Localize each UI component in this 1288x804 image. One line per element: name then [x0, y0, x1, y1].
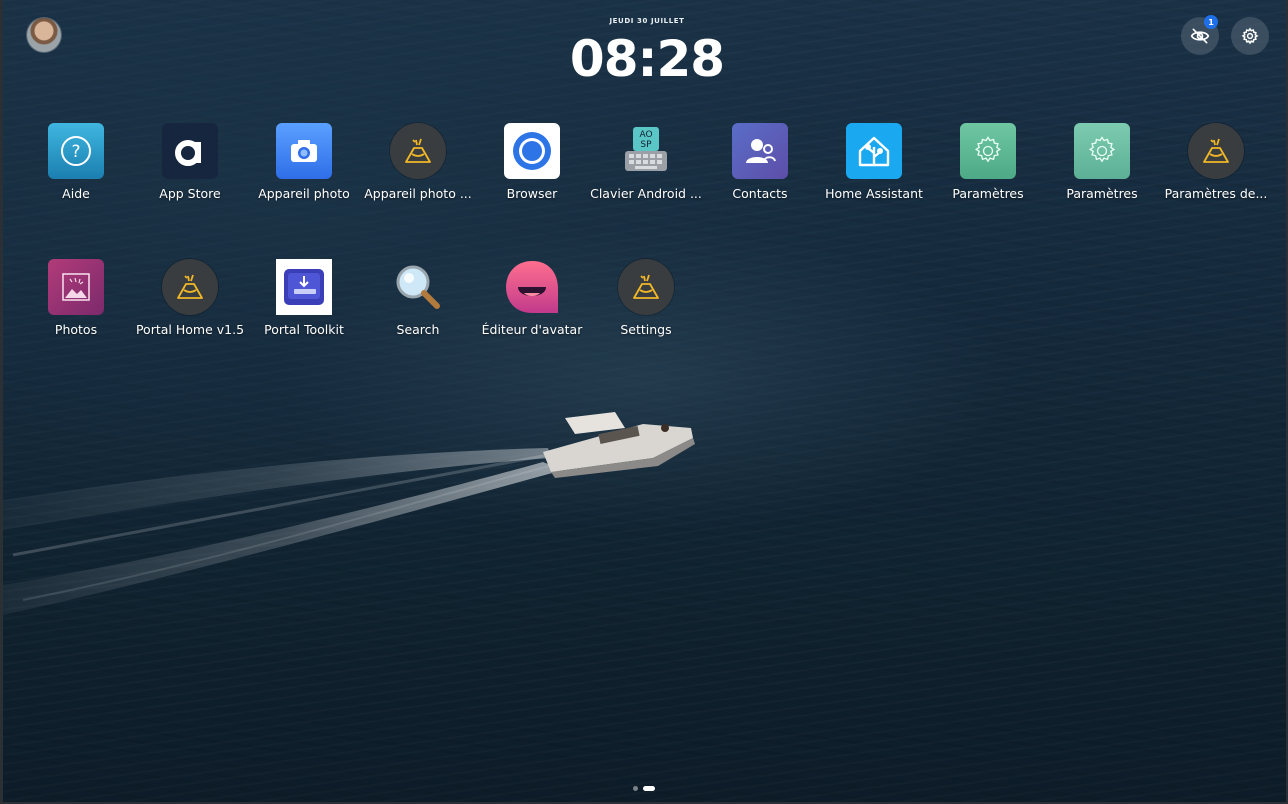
date-label: JEUDI 30 JUILLET: [609, 17, 685, 25]
app-label: Search: [396, 322, 440, 337]
volcano-icon: [618, 259, 674, 315]
app-label: Appareil photo ...: [364, 186, 472, 201]
svg-text:SP: SP: [640, 140, 652, 150]
clock: 08:28: [569, 30, 725, 88]
settings-button[interactable]: [1231, 17, 1269, 55]
app-portal-home[interactable]: Portal Home v1.5: [133, 259, 247, 359]
photos-icon: [48, 259, 104, 315]
app-label: Portal Home v1.5: [135, 322, 245, 337]
user-avatar[interactable]: [27, 18, 61, 52]
app-browser[interactable]: Browser: [475, 123, 589, 223]
app-label: Aide: [62, 186, 90, 201]
app-label: Portal Toolkit: [264, 322, 344, 337]
app-label: Contacts: [732, 186, 788, 201]
app-home-assistant[interactable]: Home Assistant: [817, 123, 931, 223]
magnifier-icon: [390, 259, 446, 315]
app-label: Paramètres: [952, 186, 1024, 201]
app-label: App Store: [159, 186, 221, 201]
app-editeur-avatar[interactable]: Éditeur d'avatar: [475, 259, 589, 359]
wallpaper-boat: [3, 412, 695, 615]
app-store-icon: [162, 123, 218, 179]
app-label: Settings: [620, 322, 672, 337]
camera-icon: [276, 123, 332, 179]
contacts-icon: [732, 123, 788, 179]
page-dot-active[interactable]: [643, 786, 655, 791]
page-dot[interactable]: [633, 786, 638, 791]
toolkit-icon: [276, 259, 332, 315]
home-assistant-icon: [846, 123, 902, 179]
volcano-icon: [162, 259, 218, 315]
eye-off-icon: [1190, 28, 1210, 44]
app-app-store[interactable]: App Store: [133, 123, 247, 223]
app-search[interactable]: Search: [361, 259, 475, 359]
svg-text:?: ?: [71, 142, 80, 162]
app-parametres-de[interactable]: Paramètres de...: [1159, 123, 1273, 223]
privacy-toggle-button[interactable]: 1: [1181, 15, 1219, 55]
notification-badge: 1: [1204, 15, 1218, 29]
app-portal-toolkit[interactable]: Portal Toolkit: [247, 259, 361, 359]
app-contacts[interactable]: Contacts: [703, 123, 817, 223]
svg-text:AO: AO: [639, 130, 652, 140]
gear-icon: [1241, 27, 1259, 45]
help-icon: ?: [48, 123, 104, 179]
app-label: Browser: [506, 186, 558, 201]
volcano-icon: [1188, 123, 1244, 179]
app-appareil-photo-2[interactable]: Appareil photo ...: [361, 123, 475, 223]
app-label: Home Assistant: [825, 186, 923, 201]
app-label: Éditeur d'avatar: [481, 322, 583, 337]
app-settings[interactable]: Settings: [589, 259, 703, 359]
settings-gear-icon: [1074, 123, 1130, 179]
page-indicator: [633, 786, 655, 791]
app-label: Clavier Android ...: [590, 186, 702, 201]
app-appareil-photo[interactable]: Appareil photo: [247, 123, 361, 223]
app-label: Appareil photo: [258, 186, 350, 201]
home-screen: JEUDI 30 JUILLET 08:28 1 ? Aide App Stor…: [0, 0, 1288, 804]
app-parametres[interactable]: Paramètres: [931, 123, 1045, 223]
keyboard-icon: AO SP: [618, 123, 674, 179]
app-parametres-2[interactable]: Paramètres: [1045, 123, 1159, 223]
avatar-editor-icon: [504, 259, 560, 315]
browser-icon: [504, 123, 560, 179]
app-label: Paramètres de...: [1164, 186, 1268, 201]
app-label: Photos: [54, 322, 98, 337]
volcano-icon: [390, 123, 446, 179]
app-aide[interactable]: ? Aide: [19, 123, 133, 223]
settings-gear-icon: [960, 123, 1016, 179]
app-label: Paramètres: [1066, 186, 1138, 201]
app-photos[interactable]: Photos: [19, 259, 133, 359]
app-clavier-android[interactable]: AO SP Clavier Android ...: [589, 123, 703, 223]
